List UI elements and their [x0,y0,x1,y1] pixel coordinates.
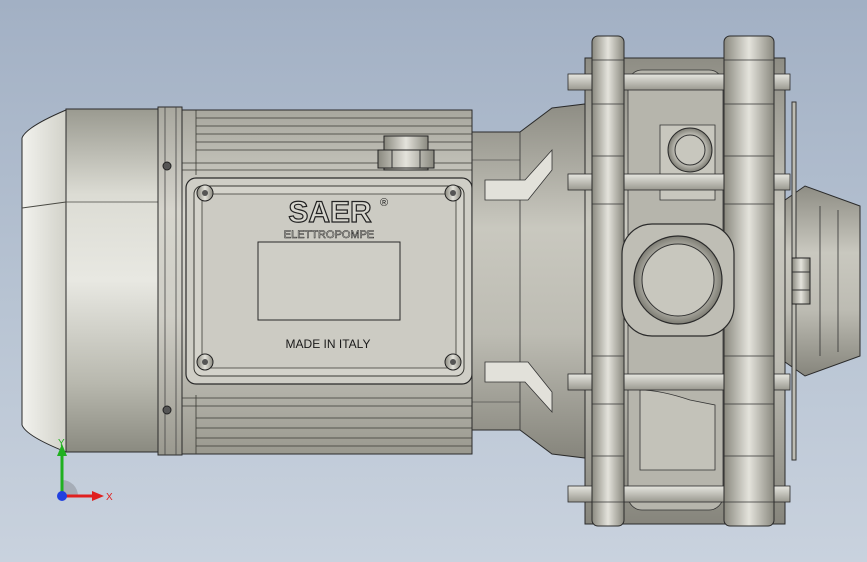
motor-adapter[interactable] [471,103,586,459]
made-in-italy-text: MADE IN ITALY [286,337,371,351]
z-axis-dot [57,491,67,501]
brand-logo: SAER [288,196,372,229]
cad-viewport[interactable]: SAER ® ELETTROPOMPE MADE IN ITALY Y X [0,0,867,562]
pump-3d-model[interactable]: SAER ® ELETTROPOMPE MADE IN ITALY [0,0,867,562]
cable-gland[interactable] [377,135,435,171]
fan-cover[interactable] [21,108,159,453]
rating-plate [257,241,401,321]
registered-mark: ® [380,197,388,209]
drain-plug[interactable] [791,257,811,305]
axis-triad: Y X [57,438,113,503]
y-axis-label: Y [58,438,65,449]
brand-subtitle: ELETTROPOMPE [284,229,374,241]
motor-end-flange[interactable] [157,106,183,456]
terminal-box[interactable]: SAER ® ELETTROPOMPE MADE IN ITALY [185,177,473,385]
x-axis-label: X [106,492,113,503]
